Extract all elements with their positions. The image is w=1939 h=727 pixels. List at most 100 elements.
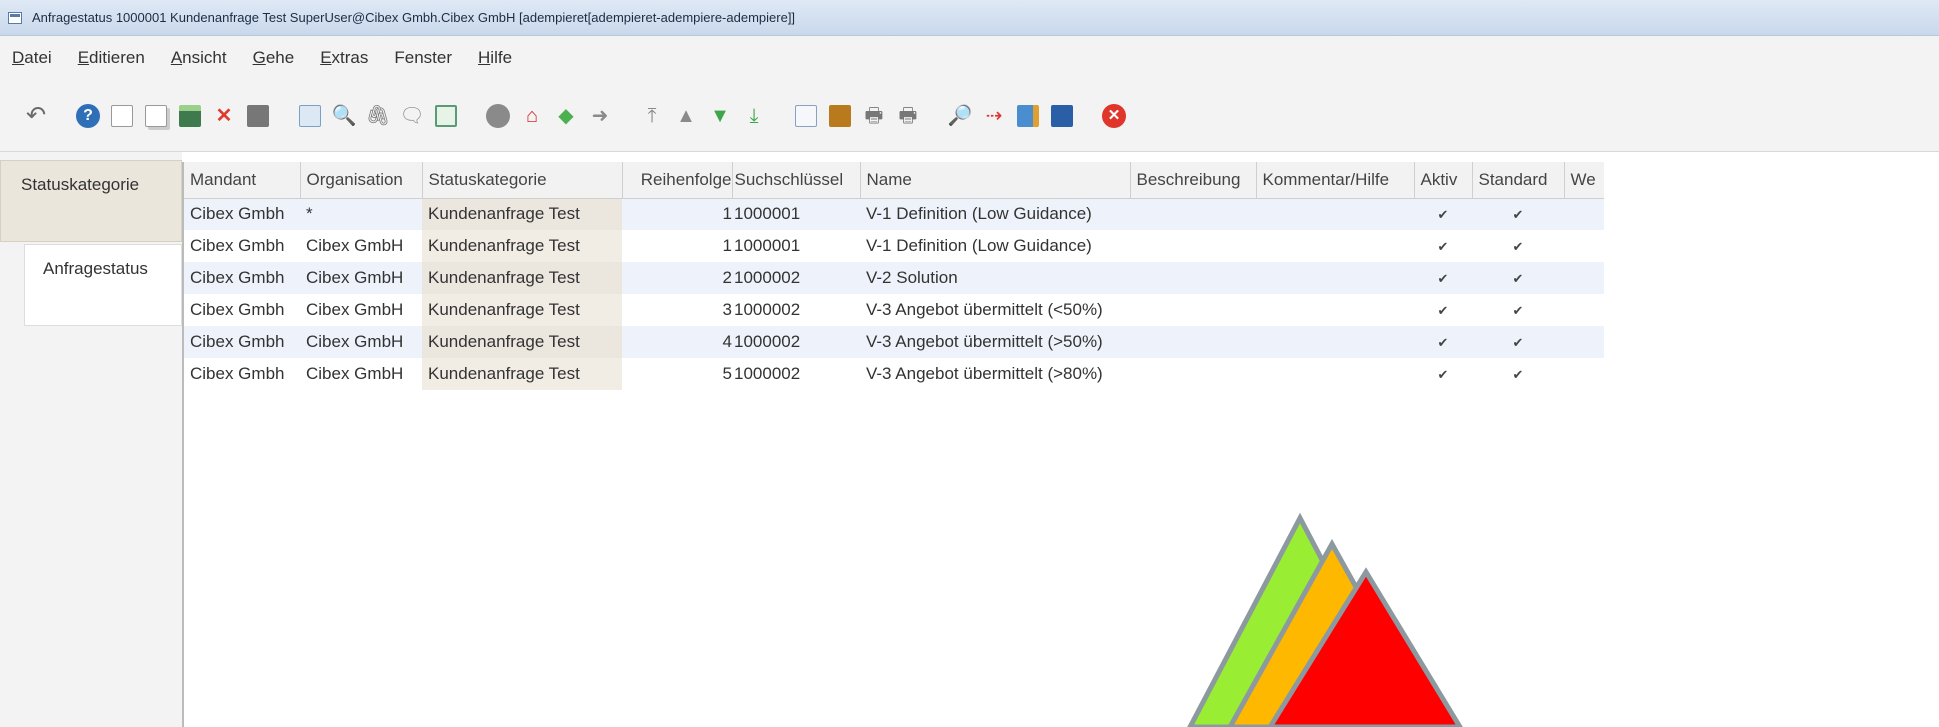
cell-aktiv[interactable]: ✔ [1414,326,1472,358]
cell-reihenfolge[interactable]: 4 [622,326,732,358]
grid-toggle-icon[interactable] [432,102,460,130]
attachment-icon[interactable]: 🖇 [364,102,392,130]
col-header-beschreibung[interactable]: Beschreibung [1130,162,1257,199]
cell-organisation[interactable]: Cibex GmbH [300,230,422,262]
cell-beschreibung[interactable] [1130,358,1256,390]
cell-kommentar[interactable] [1256,262,1414,294]
col-header-aktiv[interactable]: Aktiv [1414,162,1473,199]
cell-organisation[interactable]: Cibex GmbH [300,326,422,358]
refresh-icon[interactable] [296,102,324,130]
cell-standard[interactable]: ✔ [1472,358,1564,390]
col-header-kommentar[interactable]: Kommentar/Hilfe [1256,162,1415,199]
menu-hilfe[interactable]: Hilfe [478,48,512,68]
standard-checkbox[interactable]: ✔ [1512,240,1525,253]
undo-icon[interactable]: ↶ [22,102,50,130]
print-preview-icon[interactable]: 🖶 [860,102,888,130]
chat-icon[interactable]: 🗨 [398,102,426,130]
cell-reihenfolge[interactable]: 2 [622,262,732,294]
cell-we[interactable] [1564,198,1604,230]
cell-reihenfolge[interactable]: 1 [622,230,732,262]
cell-reihenfolge[interactable]: 5 [622,358,732,390]
col-header-organisation[interactable]: Organisation [300,162,423,199]
standard-checkbox[interactable]: ✔ [1512,208,1525,221]
cell-we[interactable] [1564,262,1604,294]
cell-suchschluessel[interactable]: 1000002 [732,326,860,358]
cell-name[interactable]: V-1 Definition (Low Guidance) [860,230,1130,262]
cell-statuskategorie[interactable]: Kundenanfrage Test [422,230,622,262]
cell-kommentar[interactable] [1256,294,1414,326]
cell-mandant[interactable]: Cibex Gmbh [184,294,300,326]
col-header-name[interactable]: Name [860,162,1131,199]
next-record-icon[interactable]: ▼ [706,102,734,130]
aktiv-checkbox[interactable]: ✔ [1437,240,1450,253]
cell-statuskategorie[interactable]: Kundenanfrage Test [422,326,622,358]
col-header-reihenfolge[interactable]: Reihenfolge [622,162,733,199]
menu-editieren[interactable]: Editieren [78,48,145,68]
tab-anfragestatus[interactable]: Anfragestatus [24,244,182,326]
cell-name[interactable]: V-1 Definition (Low Guidance) [860,198,1130,230]
save-icon[interactable] [176,102,204,130]
cell-mandant[interactable]: Cibex Gmbh [184,198,300,230]
cell-mandant[interactable]: Cibex Gmbh [184,230,300,262]
cell-mandant[interactable]: Cibex Gmbh [184,358,300,390]
cell-kommentar[interactable] [1256,230,1414,262]
cell-aktiv[interactable]: ✔ [1414,198,1472,230]
col-header-standard[interactable]: Standard [1472,162,1565,199]
cell-reihenfolge[interactable]: 1 [622,198,732,230]
menu-datei[interactable]: Datei [12,48,52,68]
cell-statuskategorie[interactable]: Kundenanfrage Test [422,294,622,326]
report-icon[interactable] [792,102,820,130]
cell-beschreibung[interactable] [1130,326,1256,358]
close-window-icon[interactable]: ✕ [1100,102,1128,130]
cell-we[interactable] [1564,294,1604,326]
aktiv-checkbox[interactable]: ✔ [1437,272,1450,285]
last-record-icon[interactable]: ⤓ [740,102,768,130]
cell-aktiv[interactable]: ✔ [1414,230,1472,262]
cell-mandant[interactable]: Cibex Gmbh [184,326,300,358]
cell-kommentar[interactable] [1256,326,1414,358]
col-header-suchschluessel[interactable]: Suchschlüssel [732,162,861,199]
cell-kommentar[interactable] [1256,198,1414,230]
new-record-icon[interactable] [108,102,136,130]
standard-checkbox[interactable]: ✔ [1512,304,1525,317]
col-header-mandant[interactable]: Mandant [184,162,301,199]
cell-aktiv[interactable]: ✔ [1414,262,1472,294]
cell-suchschluessel[interactable]: 1000001 [732,230,860,262]
cell-name[interactable]: V-3 Angebot übermittelt (<50%) [860,294,1130,326]
print-icon[interactable]: 🖶 [894,102,922,130]
aktiv-checkbox[interactable]: ✔ [1437,336,1450,349]
standard-checkbox[interactable]: ✔ [1512,368,1525,381]
cell-beschreibung[interactable] [1130,294,1256,326]
home-icon[interactable]: ⌂ [518,102,546,130]
col-header-statuskategorie[interactable]: Statuskategorie [422,162,623,199]
aktiv-checkbox[interactable]: ✔ [1437,208,1450,221]
cell-standard[interactable]: ✔ [1472,230,1564,262]
zoom-across-icon[interactable]: 🔎 [946,102,974,130]
menu-extras[interactable]: Extras [320,48,368,68]
copy-record-icon[interactable] [142,102,170,130]
table-row[interactable]: Cibex Gmbh Cibex GmbH Kundenanfrage Test… [184,294,1604,326]
cell-statuskategorie[interactable]: Kundenanfrage Test [422,262,622,294]
cell-we[interactable] [1564,358,1604,390]
menu-ansicht[interactable]: Ansicht [171,48,227,68]
delete-icon[interactable]: ✕ [210,102,238,130]
cell-standard[interactable]: ✔ [1472,198,1564,230]
tab-statuskategorie[interactable]: Statuskategorie [0,160,182,242]
aktiv-checkbox[interactable]: ✔ [1437,304,1450,317]
cell-we[interactable] [1564,230,1604,262]
history-icon[interactable] [484,102,512,130]
parent-icon[interactable]: ◆ [552,102,580,130]
aktiv-checkbox[interactable]: ✔ [1437,368,1450,381]
cell-beschreibung[interactable] [1130,262,1256,294]
menu-fenster[interactable]: Fenster [394,48,452,68]
table-row[interactable]: Cibex Gmbh Cibex GmbH Kundenanfrage Test… [184,262,1604,294]
menu-gehe[interactable]: Gehe [253,48,295,68]
archive-icon[interactable] [826,102,854,130]
help-icon[interactable]: ? [74,102,102,130]
cell-kommentar[interactable] [1256,358,1414,390]
previous-record-icon[interactable]: ▲ [672,102,700,130]
standard-checkbox[interactable]: ✔ [1512,272,1525,285]
cell-name[interactable]: V-3 Angebot übermittelt (>50%) [860,326,1130,358]
cell-aktiv[interactable]: ✔ [1414,294,1472,326]
standard-checkbox[interactable]: ✔ [1512,336,1525,349]
